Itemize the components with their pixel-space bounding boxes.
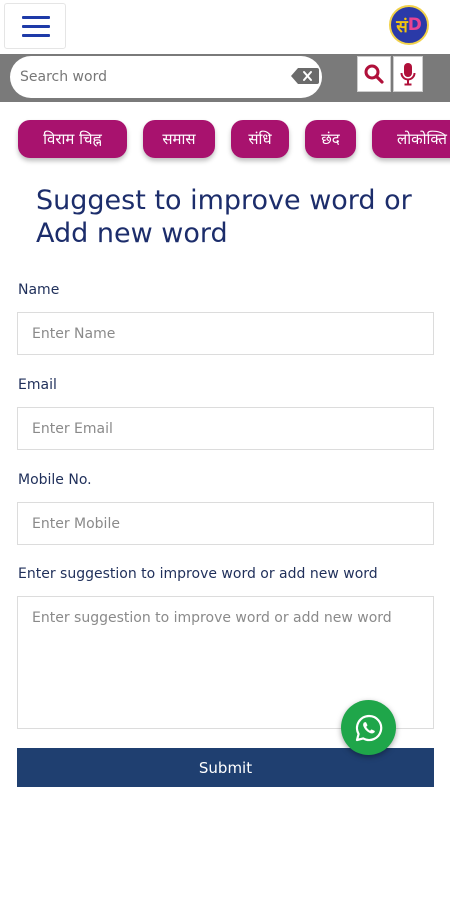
- mobile-field[interactable]: [17, 502, 434, 545]
- search-button[interactable]: [357, 56, 391, 92]
- logo-text-part1: सं: [396, 16, 408, 37]
- mobile-label: Mobile No.: [18, 472, 92, 488]
- chip-samas[interactable]: समास: [143, 120, 215, 158]
- chip-viram-chinh[interactable]: विराम चिह्न: [18, 120, 127, 158]
- search-icon: [364, 64, 384, 84]
- hamburger-menu-icon[interactable]: [4, 3, 66, 49]
- search-input[interactable]: [20, 64, 280, 90]
- name-label: Name: [18, 282, 60, 298]
- top-bar: सं D: [0, 0, 450, 54]
- page-title: Suggest to improve word or Add new word: [36, 185, 412, 249]
- email-field[interactable]: [17, 407, 434, 450]
- logo-text-part2: D: [407, 15, 422, 35]
- microphone-icon: [400, 63, 416, 86]
- chip-lokokti[interactable]: लोकोक्ति: [372, 120, 450, 158]
- whatsapp-icon: [355, 714, 382, 741]
- category-chip-row: विराम चिह्न समास संधि छंद लोकोक्ति: [0, 102, 450, 172]
- microphone-button[interactable]: [393, 56, 423, 92]
- search-box: [10, 56, 322, 98]
- search-bar: [0, 54, 450, 102]
- backspace-clear-icon[interactable]: [291, 68, 319, 84]
- chip-chhand[interactable]: छंद: [305, 120, 356, 158]
- email-label: Email: [18, 377, 57, 393]
- name-field[interactable]: [17, 312, 434, 355]
- suggestion-label: Enter suggestion to improve word or add …: [18, 566, 378, 582]
- app-logo[interactable]: सं D: [389, 5, 429, 45]
- whatsapp-button[interactable]: [341, 700, 396, 755]
- chip-sandhi[interactable]: संधि: [231, 120, 289, 158]
